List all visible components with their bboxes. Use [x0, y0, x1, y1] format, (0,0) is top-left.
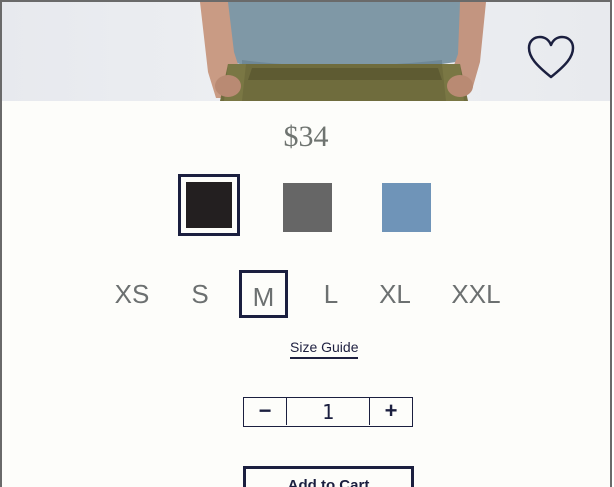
size-option-l[interactable]: L [316, 270, 346, 318]
increase-quantity-button[interactable]: + [369, 398, 412, 425]
size-option-xxl[interactable]: XXL [446, 270, 506, 318]
decrease-quantity-button[interactable]: − [244, 398, 287, 425]
color-swatch-gray[interactable] [283, 183, 332, 232]
product-image [2, 2, 610, 101]
favorite-heart-icon[interactable] [526, 35, 576, 81]
product-price: $34 [283, 120, 329, 153]
model-photo [200, 2, 486, 101]
quantity-value[interactable]: 1 [287, 398, 369, 425]
size-option-s[interactable]: S [184, 270, 216, 318]
size-option-xs[interactable]: XS [110, 270, 154, 318]
size-option-m[interactable]: M [239, 270, 288, 318]
size-option-xl[interactable]: XL [372, 270, 418, 318]
size-guide-link[interactable]: Size Guide [290, 339, 359, 359]
quantity-stepper: − 1 + [243, 397, 413, 427]
product-page: $34 XS S M L XL XXL Size Guide − 1 + Add… [0, 0, 612, 487]
color-swatch-black[interactable] [178, 174, 240, 236]
add-to-cart-button[interactable]: Add to Cart [243, 466, 414, 487]
color-swatch-blue[interactable] [382, 183, 431, 232]
